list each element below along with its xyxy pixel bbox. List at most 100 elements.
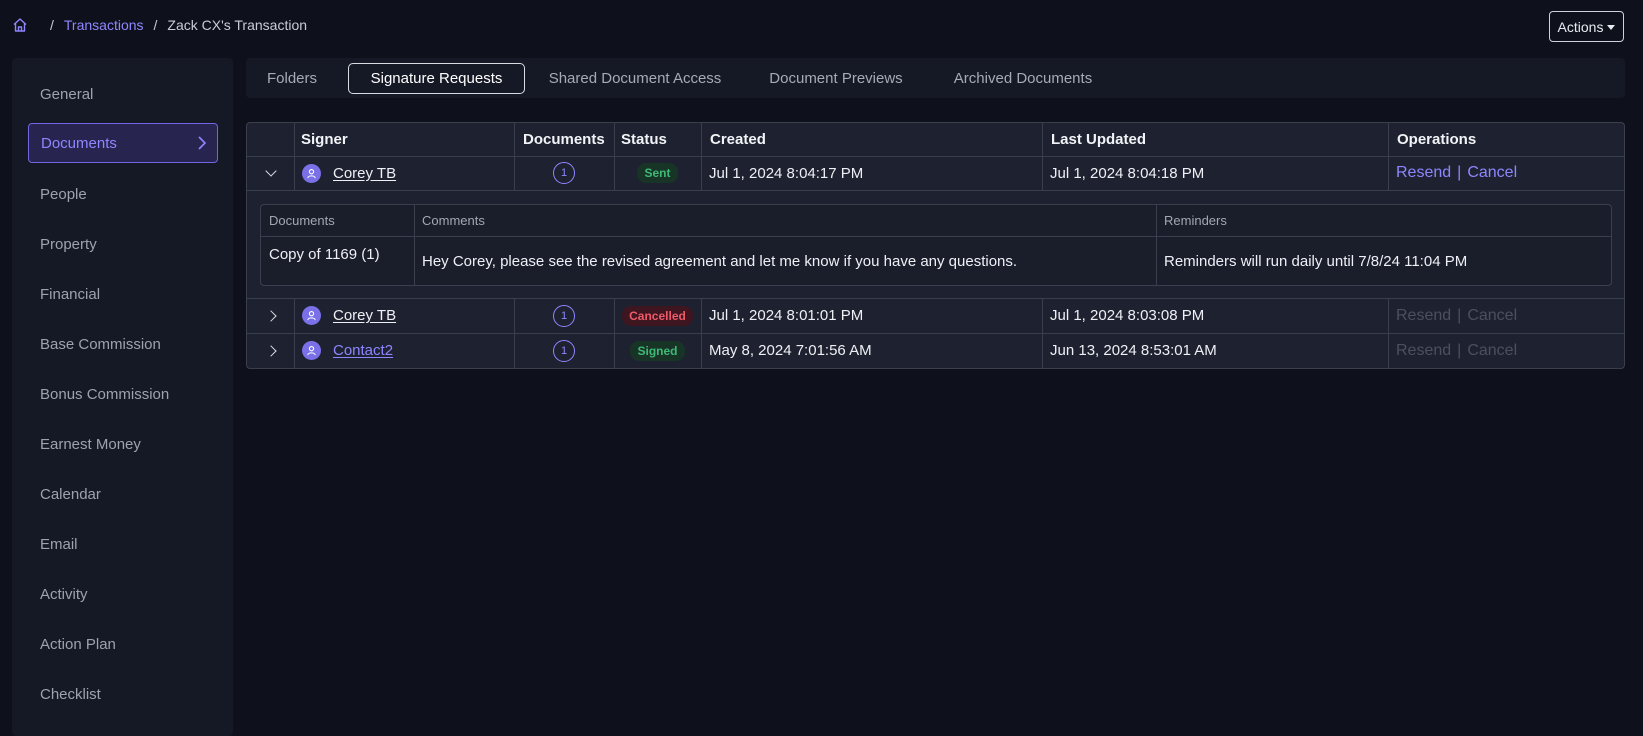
- sidebar-item-label: Earnest Money: [40, 435, 141, 453]
- status-badge: Cancelled: [622, 305, 693, 326]
- sidebar-item-calendar[interactable]: Calendar: [28, 474, 218, 514]
- sidebar-item-label: Email: [40, 535, 78, 553]
- detail-header-documents: Documents: [269, 213, 335, 228]
- chevron-right-icon: [198, 136, 207, 150]
- tab-archived-documents[interactable]: Archived Documents: [938, 63, 1108, 94]
- sidebar-item-label: Checklist: [40, 685, 101, 703]
- user-avatar-icon: [302, 163, 321, 183]
- sidebar-item-earnest-money[interactable]: Earnest Money: [28, 424, 218, 464]
- document-count-badge[interactable]: 1: [553, 304, 575, 327]
- signature-requests-table: Signer Documents Status Created Last Upd…: [246, 122, 1625, 369]
- column-header-status[interactable]: Status: [614, 123, 701, 156]
- user-avatar-icon: [302, 306, 321, 325]
- status-cell: Cancelled: [614, 298, 701, 333]
- documents-cell: 1: [514, 333, 614, 368]
- created-cell: Jul 1, 2024 8:01:01 PM: [709, 307, 864, 324]
- document-count-badge[interactable]: 1: [553, 162, 575, 184]
- row-divider: [247, 190, 1624, 191]
- created-cell: May 8, 2024 7:01:56 AM: [709, 342, 872, 359]
- cancel-link[interactable]: Cancel: [1467, 164, 1517, 182]
- document-tabs: Folders Signature Requests Shared Docume…: [246, 58, 1625, 98]
- chevron-down-icon: [264, 165, 277, 177]
- tab-label: Archived Documents: [953, 70, 1093, 87]
- sidebar-item-general[interactable]: General: [28, 74, 218, 114]
- breadcrumb-current: Zack CX's Transaction: [167, 17, 308, 33]
- sidebar: General Documents People Property Financ…: [12, 58, 233, 736]
- created-cell: Jul 1, 2024 8:04:17 PM: [709, 164, 864, 182]
- column-header-last-updated[interactable]: Last Updated: [1042, 123, 1388, 156]
- chevron-right-icon: [264, 344, 277, 357]
- breadcrumb-separator: /: [50, 17, 54, 33]
- sidebar-item-people[interactable]: People: [28, 174, 218, 214]
- resend-link: Resend: [1396, 306, 1452, 324]
- detail-reminder: Reminders will run daily until 7/8/24 11…: [1164, 252, 1468, 270]
- tab-document-previews[interactable]: Document Previews: [752, 63, 920, 94]
- column-header-created[interactable]: Created: [701, 123, 1042, 156]
- sidebar-item-label: Documents: [41, 134, 117, 152]
- column-header-signer[interactable]: Signer: [294, 123, 514, 156]
- tab-shared-document-access[interactable]: Shared Document Access: [536, 63, 734, 94]
- last-updated-cell: Jul 1, 2024 8:03:08 PM: [1050, 307, 1205, 324]
- expand-row-toggle[interactable]: [247, 333, 294, 368]
- sidebar-item-base-commission[interactable]: Base Commission: [28, 324, 218, 364]
- documents-cell: 1: [514, 298, 614, 333]
- tab-signature-requests[interactable]: Signature Requests: [348, 63, 525, 94]
- tab-label: Folders: [266, 70, 318, 87]
- breadcrumb-transactions-link[interactable]: Transactions: [64, 17, 144, 33]
- operations-cell: Resend | Cancel: [1388, 333, 1624, 368]
- user-avatar-icon: [302, 341, 321, 360]
- signer-link[interactable]: Corey TB: [333, 307, 396, 324]
- request-detail-table: Documents Comments Reminders Copy of 116…: [260, 204, 1612, 286]
- caret-down-icon: [1607, 24, 1616, 30]
- status-cell: Signed: [614, 333, 701, 368]
- detail-header-reminders: Reminders: [1164, 213, 1227, 228]
- signer-cell: Corey TB: [294, 298, 514, 333]
- documents-cell: 1: [514, 156, 614, 190]
- resend-link: Resend: [1396, 341, 1452, 359]
- operation-separator: |: [1457, 306, 1462, 324]
- sidebar-item-documents[interactable]: Documents: [28, 123, 218, 163]
- last-updated-cell: Jul 1, 2024 8:04:18 PM: [1050, 164, 1205, 182]
- signer-link[interactable]: Contact2: [333, 342, 393, 359]
- cancel-link: Cancel: [1467, 306, 1518, 324]
- status-cell: Sent: [614, 156, 701, 190]
- sidebar-item-bonus-commission[interactable]: Bonus Commission: [28, 374, 218, 414]
- tab-label: Shared Document Access: [548, 70, 722, 87]
- sidebar-item-email[interactable]: Email: [28, 524, 218, 564]
- detail-comment: Hey Corey, please see the revised agreem…: [422, 252, 1018, 270]
- actions-dropdown-button[interactable]: Actions: [1549, 11, 1624, 42]
- sidebar-item-checklist[interactable]: Checklist: [28, 674, 218, 714]
- tab-label: Document Previews: [769, 70, 903, 87]
- operations-cell: Resend | Cancel: [1388, 298, 1624, 333]
- expand-row-toggle[interactable]: [247, 298, 294, 333]
- tab-label: Signature Requests: [370, 70, 503, 87]
- detail-document-name: Copy of 1169 (1): [269, 245, 380, 263]
- last-updated-cell: Jun 13, 2024 8:53:01 AM: [1050, 342, 1217, 359]
- sidebar-item-action-plan[interactable]: Action Plan: [28, 624, 218, 664]
- sidebar-item-label: Property: [40, 235, 97, 253]
- breadcrumb: / Transactions / Zack CX's Transaction: [12, 17, 307, 33]
- sidebar-item-label: Activity: [40, 585, 88, 603]
- sidebar-item-label: People: [40, 185, 87, 203]
- sidebar-item-activity[interactable]: Activity: [28, 574, 218, 614]
- cancel-link: Cancel: [1467, 341, 1518, 359]
- home-icon[interactable]: [12, 17, 28, 33]
- breadcrumb-separator: /: [153, 17, 158, 33]
- sidebar-item-label: Financial: [40, 285, 101, 303]
- resend-link[interactable]: Resend: [1396, 164, 1451, 182]
- sidebar-item-label: General: [40, 85, 94, 103]
- status-badge: Sent: [637, 163, 678, 183]
- document-count-badge[interactable]: 1: [553, 339, 575, 362]
- sidebar-item-financial[interactable]: Financial: [28, 274, 218, 314]
- operations-cell: Resend | Cancel: [1388, 156, 1624, 190]
- sidebar-item-label: Action Plan: [40, 635, 116, 653]
- column-header-documents[interactable]: Documents: [514, 123, 614, 156]
- signer-cell: Corey TB: [294, 156, 514, 190]
- collapse-row-toggle[interactable]: [247, 156, 294, 190]
- signer-link[interactable]: Corey TB: [333, 165, 396, 182]
- detail-header-comments: Comments: [422, 213, 485, 228]
- tab-folders[interactable]: Folders: [254, 63, 330, 94]
- sidebar-item-property[interactable]: Property: [28, 224, 218, 264]
- operation-separator: |: [1457, 341, 1462, 359]
- column-header-operations[interactable]: Operations: [1388, 123, 1624, 156]
